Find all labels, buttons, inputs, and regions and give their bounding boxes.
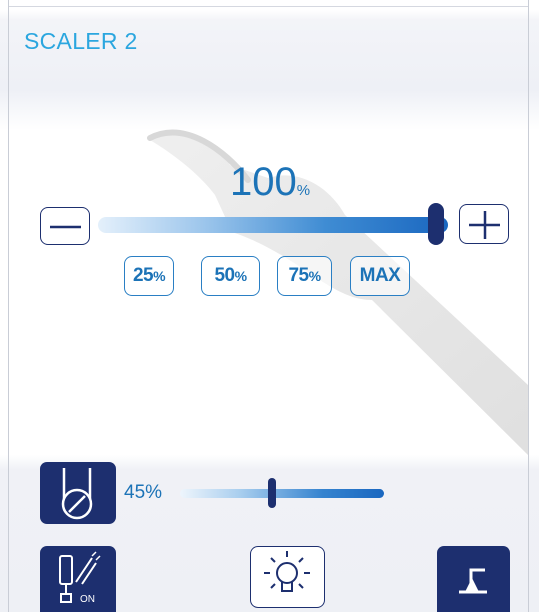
power-slider-track[interactable] (98, 217, 448, 233)
preset-25-unit: % (153, 268, 166, 284)
plus-icon (469, 211, 500, 239)
power-readout: 100% (230, 160, 310, 205)
preset-max-value: MAX (359, 265, 401, 286)
preset-25-button[interactable]: 25% (124, 256, 174, 296)
preset-25-value: 25 (132, 265, 154, 286)
preset-75-button[interactable]: 75% (277, 256, 332, 296)
flow-level-label: 45% (124, 482, 163, 503)
flow-slider-track[interactable] (180, 489, 384, 498)
preset-75-value: 75 (288, 265, 309, 286)
foot-pedal-icon (459, 568, 487, 594)
preset-50-value: 50 (214, 265, 235, 286)
water-flow-button[interactable] (40, 462, 116, 524)
frame-border-right (528, 0, 529, 612)
increase-power-button[interactable] (459, 204, 509, 244)
preset-50-unit: % (234, 268, 247, 284)
frame-border-top (8, 6, 529, 7)
preset-max-button[interactable]: MAX (350, 256, 410, 296)
irrigation-toggle-button[interactable]: ON (40, 546, 116, 612)
power-unit: % (296, 182, 311, 199)
page-title: SCALER 2 (24, 28, 138, 54)
foot-pedal-button[interactable] (437, 546, 510, 612)
decrease-power-button[interactable] (40, 207, 90, 245)
minus-icon (50, 225, 81, 229)
preset-75-unit: % (308, 268, 321, 284)
flow-slider-thumb[interactable] (268, 478, 277, 508)
frame-border-left (8, 0, 9, 612)
power-slider-thumb[interactable] (428, 203, 444, 245)
irrigation-on-icon (59, 551, 101, 603)
light-toggle-button[interactable] (250, 546, 325, 608)
preset-50-button[interactable]: 50% (201, 256, 260, 296)
power-value: 100 (230, 160, 297, 204)
irrigation-on-badge: ON (80, 594, 95, 605)
water-flow-icon (61, 468, 93, 520)
light-bulb-icon (264, 551, 310, 592)
